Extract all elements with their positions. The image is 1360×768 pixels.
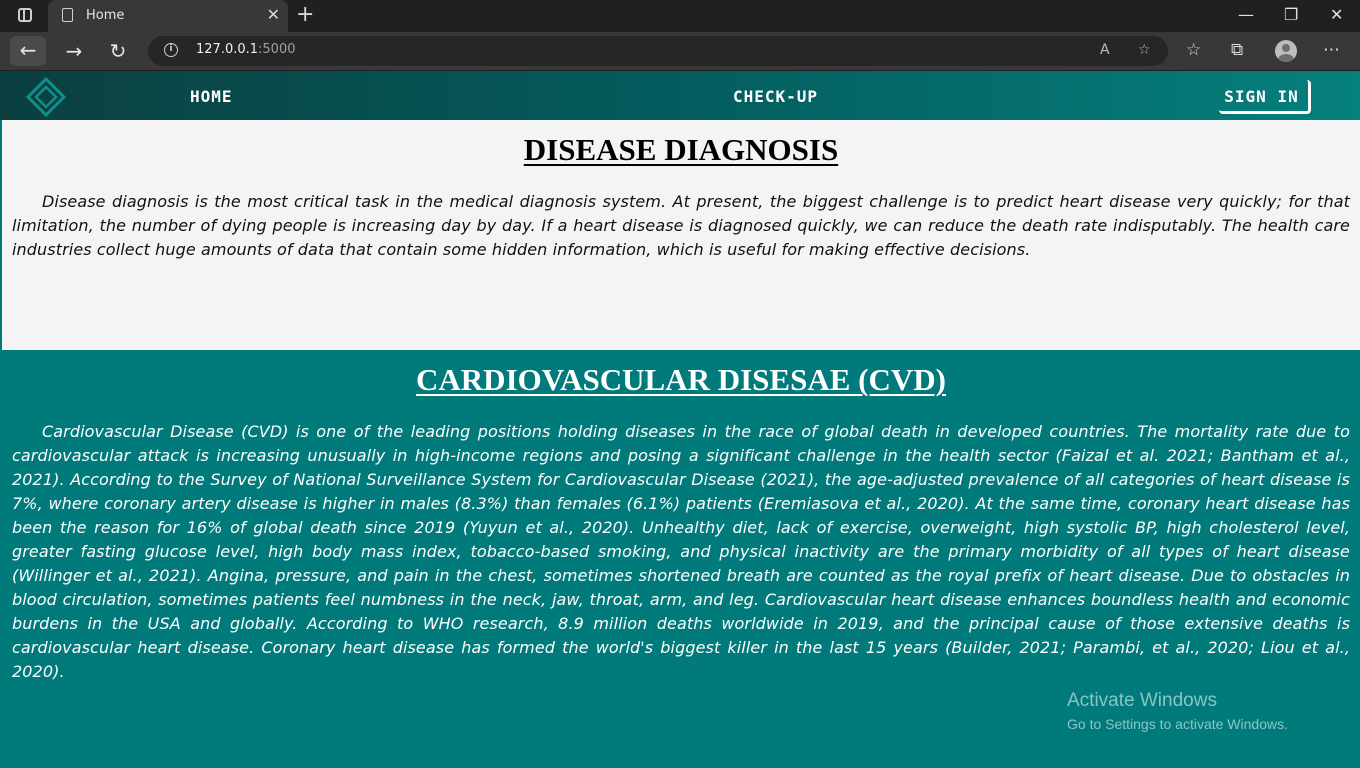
- watermark-subtitle: Go to Settings to activate Windows.: [1067, 716, 1288, 732]
- url-text[interactable]: 127.0.0.1:5000: [196, 42, 296, 57]
- page-icon: [62, 8, 73, 22]
- site-info-icon[interactable]: i: [164, 43, 178, 57]
- minimize-icon[interactable]: —: [1238, 6, 1254, 24]
- logo-icon[interactable]: [26, 77, 66, 117]
- section-title: CARDIOVASCULAR DISESAE (CVD): [416, 362, 946, 397]
- more-options-icon[interactable]: ⋯: [1323, 40, 1340, 60]
- add-favorite-icon[interactable]: ☆: [1138, 42, 1151, 58]
- new-tab-icon[interactable]: +: [296, 4, 314, 26]
- close-tab-icon[interactable]: ✕: [267, 6, 280, 24]
- refresh-icon[interactable]: ↻: [100, 32, 136, 70]
- section-title: DISEASE DIAGNOSIS: [523, 132, 839, 167]
- nav-home-link[interactable]: HOME: [190, 87, 233, 106]
- favorites-icon[interactable]: ☆: [1186, 40, 1201, 60]
- section-paragraph: Cardiovascular Disease (CVD) is one of t…: [12, 422, 1350, 681]
- watermark-title: Activate Windows: [1067, 690, 1217, 711]
- tab-actions-icon[interactable]: [18, 8, 32, 22]
- activate-windows-watermark: Activate Windows Go to Settings to activ…: [1067, 690, 1288, 732]
- browser-tab[interactable]: Home ✕: [48, 0, 288, 32]
- forward-icon[interactable]: →: [56, 32, 92, 70]
- browser-toolbar: ← → ↻ i 127.0.0.1:5000 A ☆ ☆ ⧉ ⋯: [0, 32, 1360, 71]
- address-bar[interactable]: i 127.0.0.1:5000 A ☆: [148, 36, 1168, 66]
- tab-title: Home: [86, 8, 125, 23]
- read-aloud-icon[interactable]: A: [1100, 42, 1110, 58]
- collections-icon[interactable]: ⧉: [1231, 40, 1243, 60]
- back-icon[interactable]: ←: [10, 36, 46, 66]
- close-window-icon[interactable]: ✕: [1330, 6, 1343, 24]
- site-navbar: HOME CHECK-UP SIGN IN: [0, 71, 1360, 120]
- profile-avatar[interactable]: [1275, 40, 1297, 62]
- sign-in-button[interactable]: SIGN IN: [1219, 80, 1311, 114]
- browser-tab-bar: Home ✕ + — ❐ ✕: [0, 0, 1360, 32]
- restore-icon[interactable]: ❐: [1284, 6, 1298, 24]
- section-paragraph: Disease diagnosis is the most critical t…: [12, 192, 1350, 259]
- nav-checkup-link[interactable]: CHECK-UP: [733, 87, 818, 106]
- disease-diagnosis-section: DISEASE DIAGNOSIS Disease diagnosis is t…: [2, 120, 1360, 350]
